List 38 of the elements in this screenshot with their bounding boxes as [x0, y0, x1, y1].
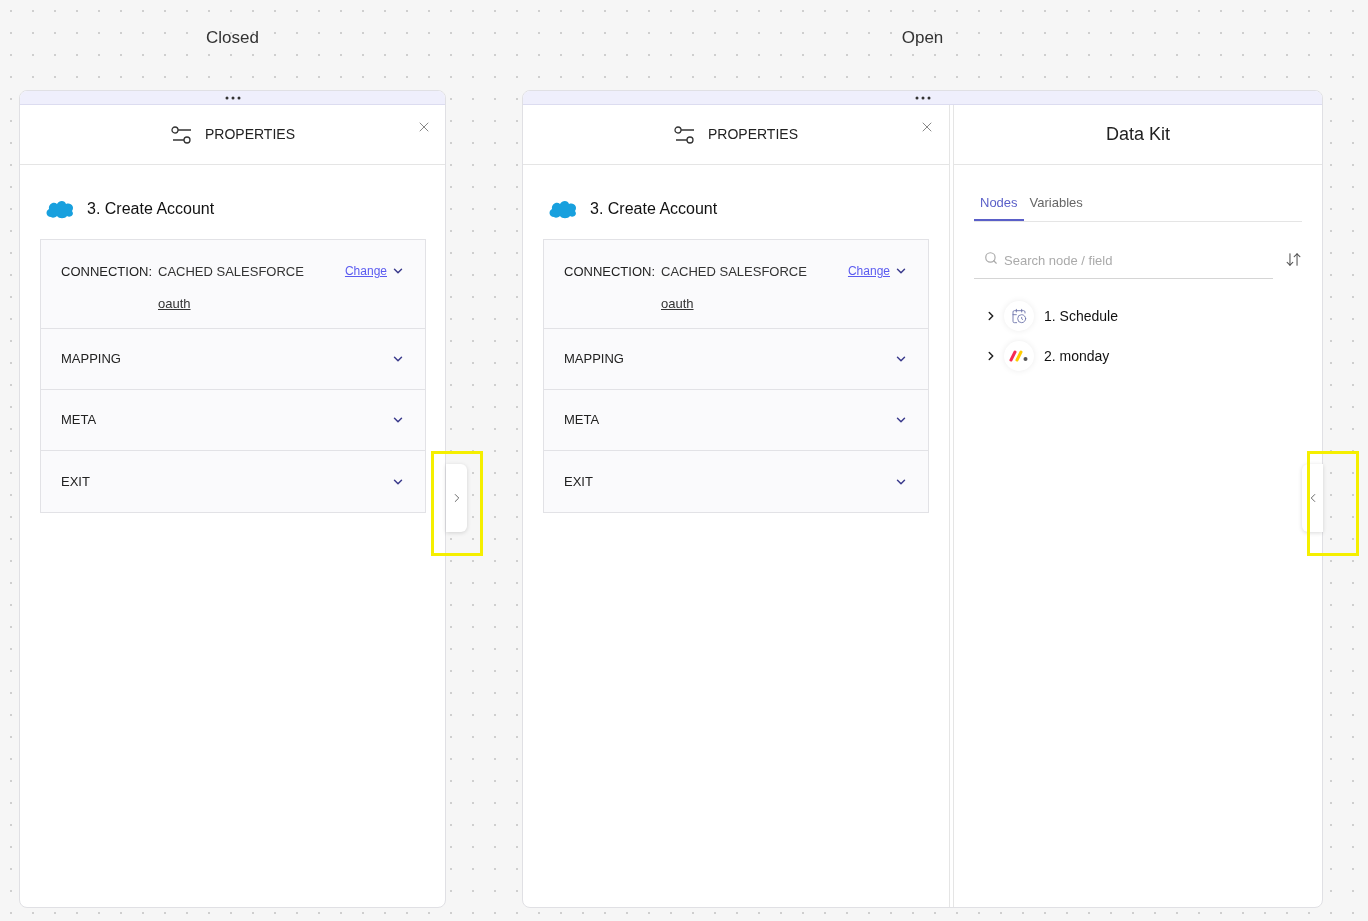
- account-link[interactable]: oauth: [158, 293, 304, 313]
- tree-node-label[interactable]: 1. Schedule: [1044, 305, 1118, 327]
- drag-handle-bar[interactable]: [523, 91, 1322, 105]
- step-title: 3. Create Account: [590, 199, 718, 219]
- section-header[interactable]: MAPPING: [544, 329, 928, 390]
- caption: Closed: [206, 27, 259, 49]
- search-field[interactable]: Search node / field: [974, 250, 1273, 279]
- sliders-icon: [674, 124, 696, 145]
- change-link[interactable]: Change: [344, 262, 387, 280]
- section-header[interactable]: EXIT: [544, 451, 928, 512]
- connection-label: CONNECTION:: [61, 263, 152, 281]
- step-title: 3. Create Account: [87, 199, 215, 219]
- cloud-logo-icon: [45, 199, 75, 219]
- caption: Open: [901, 27, 944, 49]
- more-dots-icon: [224, 95, 241, 100]
- panel-toggle-tab[interactable]: [446, 464, 467, 532]
- more-dots-icon: [914, 95, 931, 100]
- connection-label: CONNECTION:: [564, 263, 655, 281]
- calendar-clock-icon: [1011, 308, 1027, 324]
- cloud-logo-icon: [548, 199, 578, 219]
- section-header[interactable]: META: [544, 390, 928, 451]
- panel-title: PROPERTIES: [708, 125, 798, 144]
- section-header[interactable]: MAPPING: [41, 329, 425, 390]
- sliders-icon: [171, 124, 193, 145]
- section-header[interactable]: EXIT: [41, 451, 425, 512]
- monday-logo-icon: [1009, 350, 1029, 362]
- tree-node-label[interactable]: 2. monday: [1044, 345, 1110, 367]
- drag-handle-bar[interactable]: [20, 91, 445, 105]
- panel-title: PROPERTIES: [205, 125, 295, 144]
- connection-value: CACHED SALESFORCE: [158, 263, 304, 281]
- tab[interactable]: Nodes: [974, 193, 1024, 221]
- account-link[interactable]: oauth: [661, 293, 807, 313]
- change-link[interactable]: Change: [847, 262, 890, 280]
- connection-value: CACHED SALESFORCE: [661, 263, 807, 281]
- data-kit-title: Data Kit: [1106, 123, 1170, 146]
- section-header[interactable]: META: [41, 390, 425, 451]
- tab[interactable]: Variables: [1023, 193, 1089, 221]
- search-icon: [984, 250, 998, 265]
